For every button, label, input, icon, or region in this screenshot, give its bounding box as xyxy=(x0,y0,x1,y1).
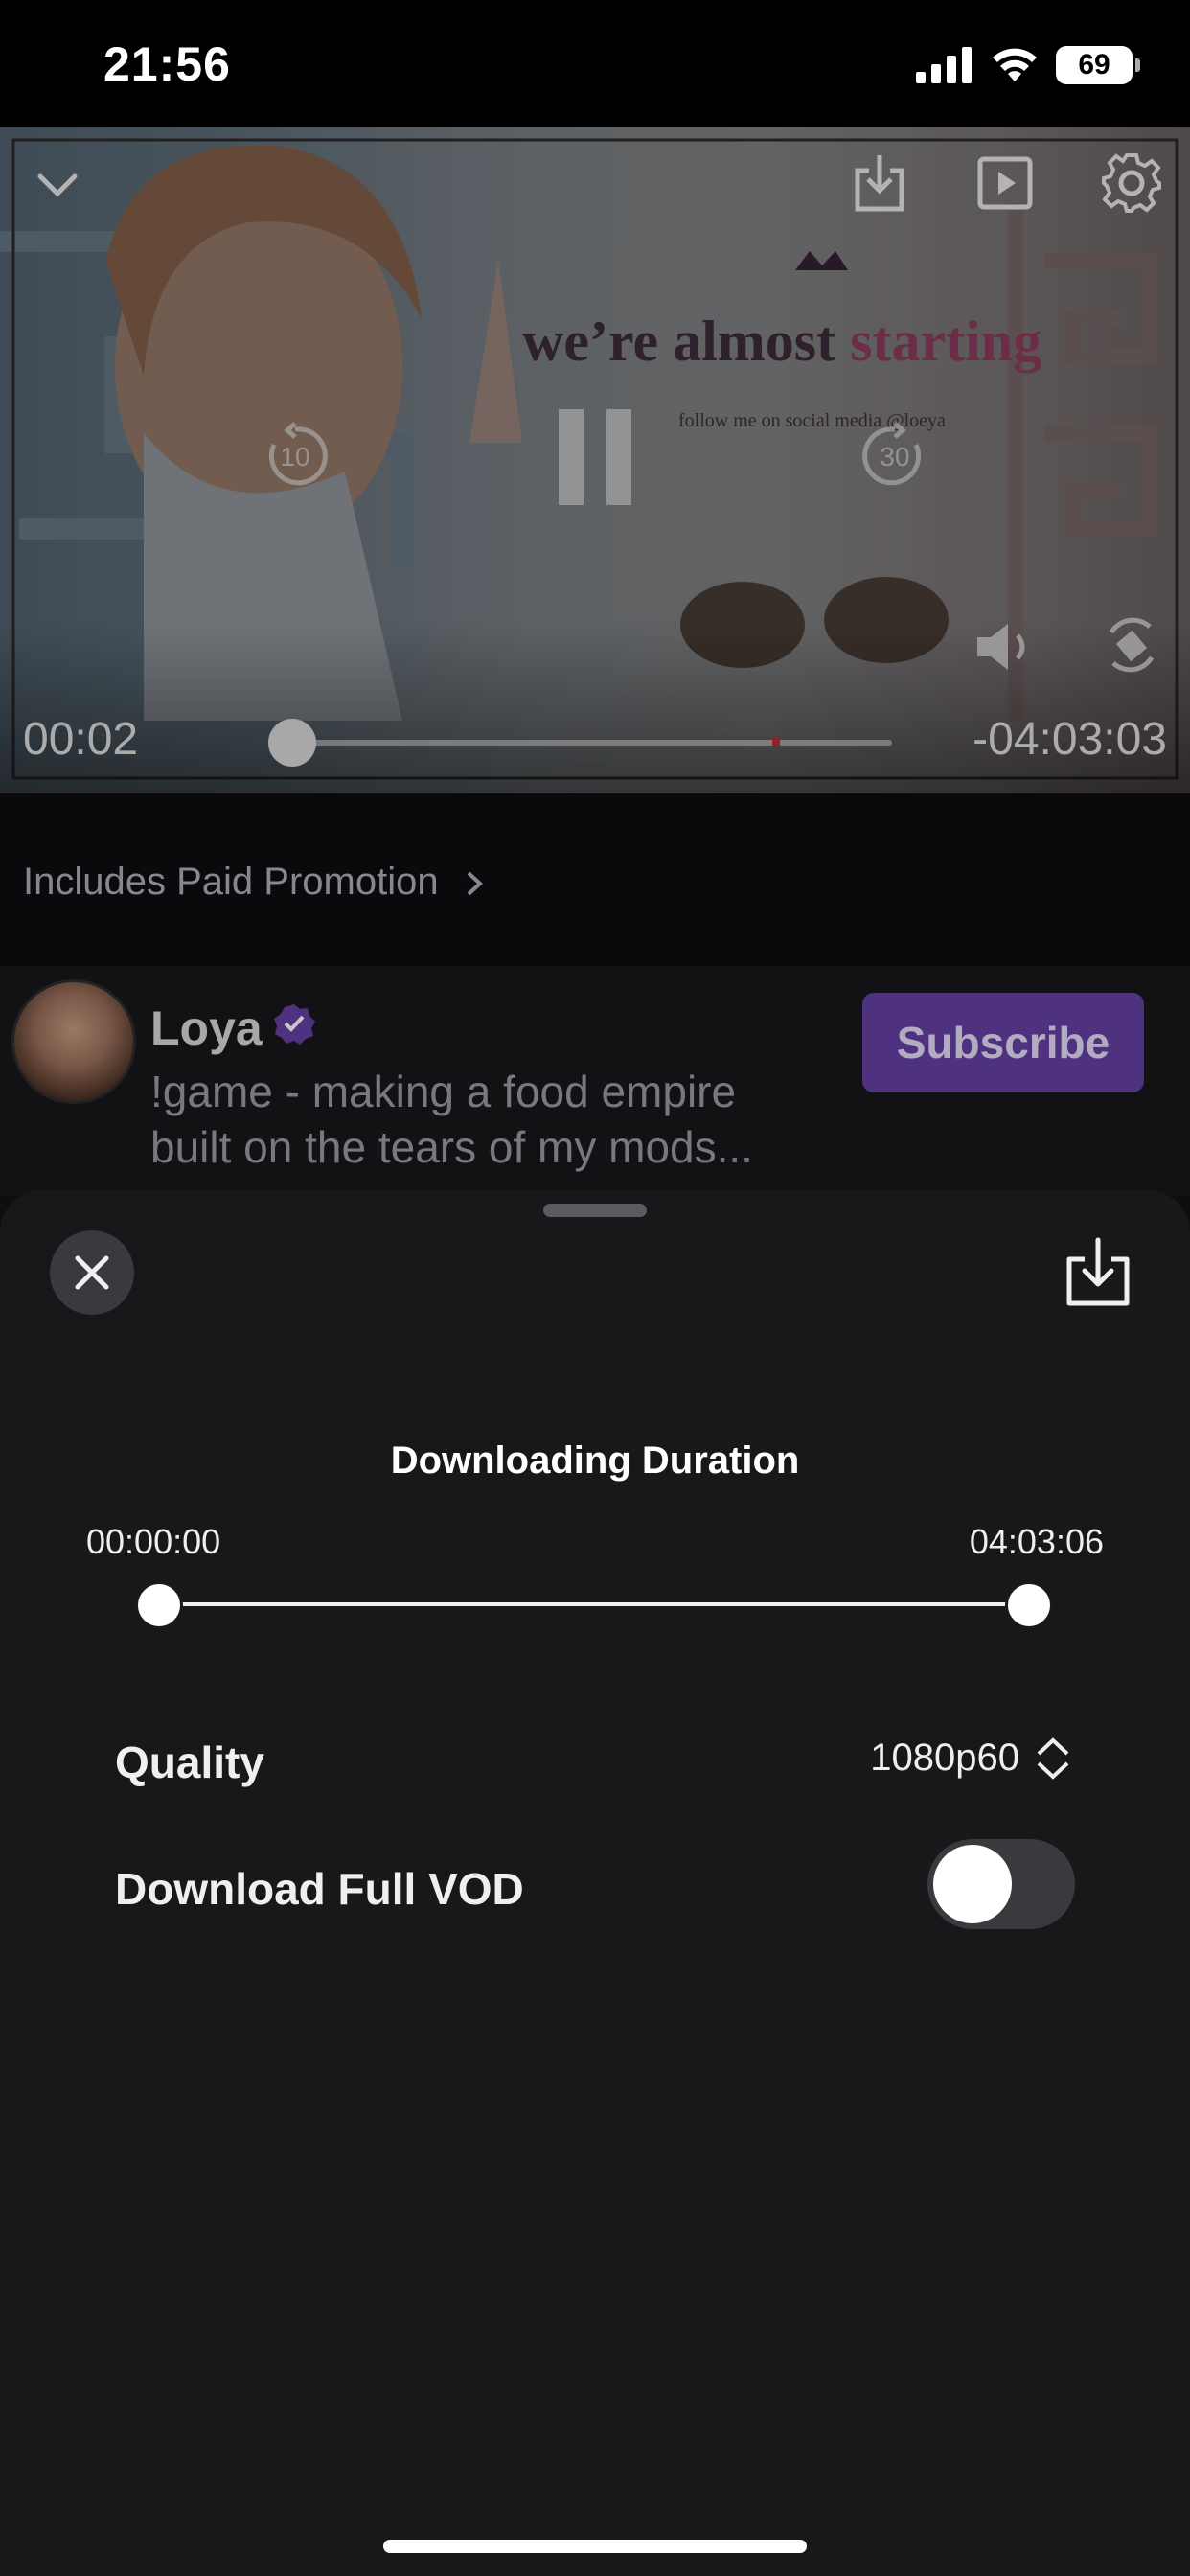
range-end-handle[interactable] xyxy=(1005,1581,1053,1629)
close-icon xyxy=(75,1255,109,1290)
download-icon[interactable] xyxy=(1064,1236,1133,1309)
status-time: 21:56 xyxy=(103,37,231,91)
close-button[interactable] xyxy=(50,1230,134,1315)
download-full-vod-toggle[interactable] xyxy=(927,1839,1075,1929)
range-end-time: 04:03:06 xyxy=(969,1522,1104,1561)
quality-label: Quality xyxy=(115,1737,264,1787)
quality-value[interactable]: 1080p60 xyxy=(870,1736,1019,1780)
downloading-duration-heading: Downloading Duration xyxy=(390,1439,800,1482)
battery-icon: 69 xyxy=(1056,46,1140,84)
home-indicator[interactable] xyxy=(383,2540,807,2553)
download-full-vod-label: Download Full VOD xyxy=(115,1864,524,1914)
range-start-time: 00:00:00 xyxy=(86,1522,221,1561)
download-sheet: Downloading Duration 00:00:00 04:03:06 Q… xyxy=(0,1190,1190,2576)
duration-range-track[interactable] xyxy=(159,1602,1029,1606)
sheet-drag-handle[interactable] xyxy=(543,1204,647,1217)
status-bar: 21:56 69 xyxy=(0,0,1190,126)
signal-icon xyxy=(916,47,972,83)
wifi-icon xyxy=(993,48,1037,81)
chevron-up-down-icon[interactable] xyxy=(1031,1735,1075,1782)
range-start-handle[interactable] xyxy=(135,1581,183,1629)
status-icons: 69 xyxy=(916,42,1140,88)
toggle-thumb xyxy=(933,1845,1012,1923)
background-dim xyxy=(0,126,1190,1196)
